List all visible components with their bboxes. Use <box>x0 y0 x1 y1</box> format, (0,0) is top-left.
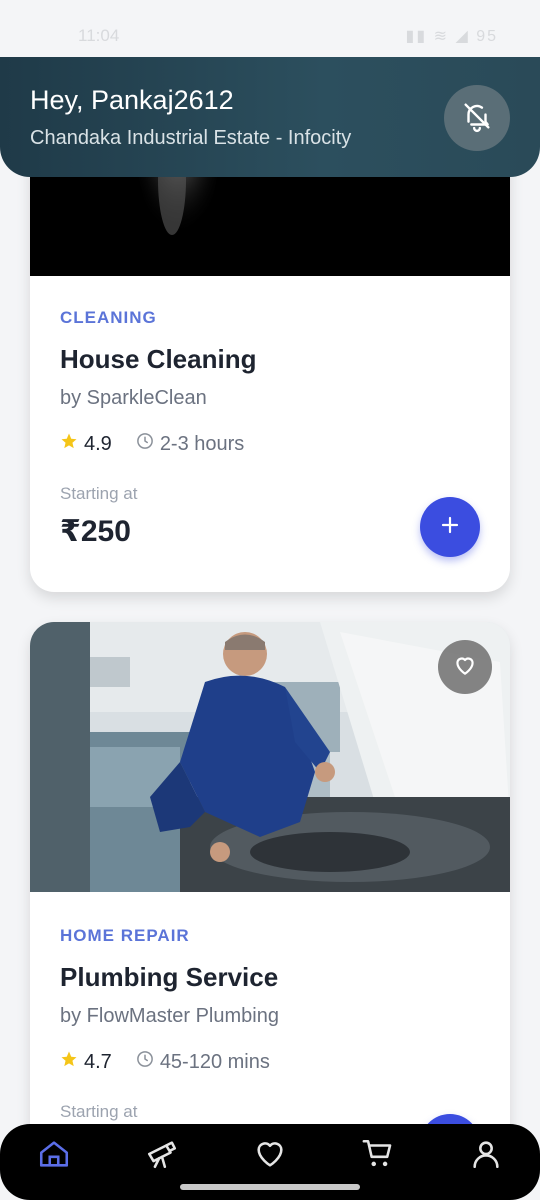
service-price: ₹250 <box>60 515 131 548</box>
service-card-house-cleaning[interactable]: CLEANING House Cleaning by SparkleClean … <box>30 120 510 592</box>
service-rating: 4.7 <box>84 1050 112 1073</box>
user-icon <box>469 1137 503 1176</box>
service-category: CLEANING <box>60 308 157 327</box>
service-meta: 4.7 45-120 mins <box>60 1050 480 1074</box>
heart-icon <box>253 1137 287 1176</box>
service-card-plumbing[interactable]: HOME REPAIR Plumbing Service by FlowMast… <box>30 622 510 1182</box>
nav-profile[interactable] <box>466 1136 506 1176</box>
starting-label: Starting at <box>60 1102 138 1121</box>
plus-icon <box>440 515 460 540</box>
favorite-button[interactable] <box>438 640 492 694</box>
service-title: Plumbing Service <box>60 962 279 992</box>
location-text[interactable]: Chandaka Industrial Estate - Infocity <box>30 127 351 150</box>
clock-icon <box>136 432 154 456</box>
service-rating: 4.9 <box>84 432 112 455</box>
service-meta: 4.9 2-3 hours <box>60 432 480 456</box>
nav-favorites[interactable] <box>250 1136 290 1176</box>
heart-outline-icon <box>452 652 478 683</box>
notifications-button[interactable] <box>444 85 510 151</box>
app-header: Hey, Pankaj2612 Chandaka Industrial Esta… <box>0 57 540 177</box>
clock-icon <box>136 1050 154 1074</box>
home-indicator[interactable] <box>180 1184 360 1190</box>
cart-icon <box>361 1137 395 1176</box>
status-bar: 11:04 ▮▮ ≋ ◢ 95 <box>0 0 540 60</box>
nav-explore[interactable] <box>142 1136 182 1176</box>
status-icons: ▮▮ ≋ ◢ 95 <box>405 28 498 45</box>
service-category: HOME REPAIR <box>60 926 190 945</box>
service-duration: 45-120 mins <box>159 1050 270 1073</box>
add-to-cart-button[interactable] <box>420 497 480 557</box>
service-provider: by SparkleClean <box>60 387 207 409</box>
star-icon <box>60 1050 78 1074</box>
star-icon <box>60 432 78 456</box>
telescope-icon <box>145 1137 179 1176</box>
bottom-nav <box>0 1124 540 1200</box>
bell-off-icon <box>460 99 494 138</box>
status-time: 11:04 <box>78 26 120 45</box>
home-icon <box>37 1137 71 1176</box>
starting-label: Starting at <box>60 484 138 503</box>
nav-home[interactable] <box>34 1136 74 1176</box>
greeting-text: Hey, Pankaj2612 <box>30 85 234 115</box>
service-provider: by FlowMaster Plumbing <box>60 1005 279 1027</box>
service-duration: 2-3 hours <box>159 432 245 455</box>
nav-cart[interactable] <box>358 1136 398 1176</box>
service-title: House Cleaning <box>60 344 257 374</box>
